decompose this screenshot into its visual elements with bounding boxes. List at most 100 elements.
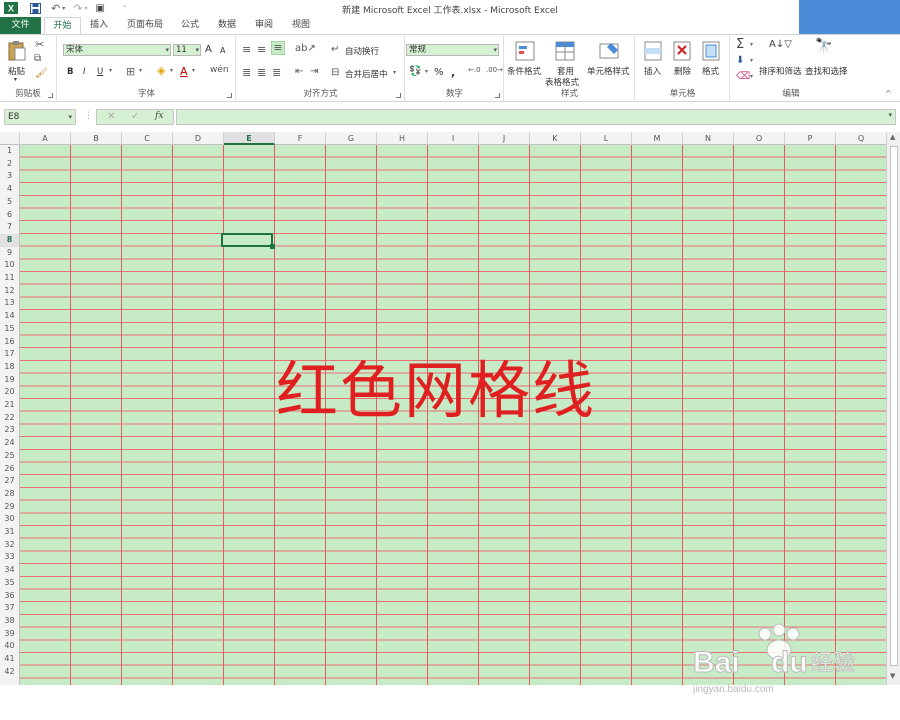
row-header-18[interactable]: 18 bbox=[0, 361, 19, 374]
column-header-b[interactable]: B bbox=[71, 132, 122, 145]
scrollbar-thumb[interactable] bbox=[890, 146, 898, 666]
row-header-14[interactable]: 14 bbox=[0, 310, 19, 323]
format-painter-icon[interactable]: 🖌 bbox=[35, 68, 48, 79]
font-color-dropdown-icon[interactable]: ▾ bbox=[192, 67, 195, 74]
border-dropdown-icon[interactable]: ▾ bbox=[139, 67, 142, 74]
row-header-23[interactable]: 23 bbox=[0, 424, 19, 437]
row-header-9[interactable]: 9 bbox=[0, 247, 19, 260]
align-left-icon[interactable]: ≣ bbox=[242, 66, 251, 79]
row-header-17[interactable]: 17 bbox=[0, 348, 19, 361]
align-top-icon[interactable]: ≡ bbox=[242, 43, 251, 56]
row-header-16[interactable]: 16 bbox=[0, 336, 19, 349]
column-header-i[interactable]: I bbox=[428, 132, 479, 145]
row-header-5[interactable]: 5 bbox=[0, 196, 19, 209]
column-header-o[interactable]: O bbox=[734, 132, 785, 145]
align-right-icon[interactable]: ≣ bbox=[272, 66, 281, 79]
row-header-28[interactable]: 28 bbox=[0, 488, 19, 501]
name-box[interactable]: E8 ▾ bbox=[4, 109, 76, 125]
shrink-font-button[interactable]: A bbox=[220, 46, 225, 55]
font-launcher-icon[interactable] bbox=[227, 93, 232, 98]
row-header-31[interactable]: 31 bbox=[0, 526, 19, 539]
row-header-37[interactable]: 37 bbox=[0, 602, 19, 615]
cut-icon[interactable]: ✂ bbox=[35, 38, 44, 51]
row-header-20[interactable]: 20 bbox=[0, 386, 19, 399]
orientation-icon[interactable]: ab↗ bbox=[295, 43, 316, 54]
font-name-select[interactable]: 宋体 ▾ bbox=[63, 44, 171, 56]
column-header-q[interactable]: Q bbox=[836, 132, 887, 145]
row-header-39[interactable]: 39 bbox=[0, 628, 19, 641]
fill-color-icon[interactable]: ◈ bbox=[157, 64, 165, 77]
formula-input[interactable]: ▾ bbox=[176, 109, 896, 125]
collapse-ribbon-icon[interactable]: ^ bbox=[885, 89, 892, 98]
phonetic-icon[interactable]: wén bbox=[210, 65, 229, 75]
row-header-34[interactable]: 34 bbox=[0, 564, 19, 577]
currency-dropdown-icon[interactable]: ▾ bbox=[425, 68, 428, 75]
row-header-42[interactable]: 42 bbox=[0, 666, 19, 679]
row-header-26[interactable]: 26 bbox=[0, 463, 19, 476]
clear-icon[interactable]: ⌫ bbox=[736, 71, 750, 82]
merge-dropdown-icon[interactable]: ▾ bbox=[393, 69, 396, 76]
column-header-k[interactable]: K bbox=[530, 132, 581, 145]
row-header-22[interactable]: 22 bbox=[0, 412, 19, 425]
row-header-36[interactable]: 36 bbox=[0, 590, 19, 603]
tab-home[interactable]: 开始 bbox=[44, 17, 81, 35]
clear-dropdown-icon[interactable]: ▾ bbox=[750, 73, 753, 80]
scroll-up-icon[interactable]: ▲ bbox=[890, 133, 895, 141]
grow-font-button[interactable]: A bbox=[205, 44, 212, 55]
row-header-40[interactable]: 40 bbox=[0, 640, 19, 653]
copy-icon[interactable]: ⧉ bbox=[34, 53, 41, 64]
row-header-21[interactable]: 21 bbox=[0, 399, 19, 412]
row-header-33[interactable]: 33 bbox=[0, 551, 19, 564]
alignment-launcher-icon[interactable] bbox=[396, 93, 401, 98]
row-header-32[interactable]: 32 bbox=[0, 539, 19, 552]
decrease-decimal-icon[interactable]: .00→ bbox=[486, 66, 503, 74]
find-select-button[interactable]: 查找和选择 bbox=[805, 65, 848, 77]
delete-cells-button[interactable]: 删除 bbox=[674, 65, 691, 77]
select-all-corner[interactable] bbox=[0, 132, 20, 145]
percent-button[interactable]: % bbox=[434, 67, 444, 78]
underline-button[interactable]: U bbox=[97, 67, 103, 77]
fill-dropdown-icon[interactable]: ▾ bbox=[750, 57, 753, 64]
paste-dropdown-icon[interactable]: ▾ bbox=[14, 76, 17, 83]
autosum-dropdown-icon[interactable]: ▾ bbox=[750, 41, 753, 48]
sort-filter-button[interactable]: 排序和筛选 bbox=[759, 65, 802, 77]
currency-icon[interactable]: 💱 bbox=[409, 66, 421, 77]
bold-button[interactable]: B bbox=[67, 67, 73, 77]
row-header-25[interactable]: 25 bbox=[0, 450, 19, 463]
column-header-n[interactable]: N bbox=[683, 132, 734, 145]
vertical-scrollbar[interactable]: ▲ ▼ bbox=[886, 132, 900, 685]
row-header-11[interactable]: 11 bbox=[0, 272, 19, 285]
expand-formula-bar-icon[interactable]: ▾ bbox=[888, 111, 892, 119]
row-header-41[interactable]: 41 bbox=[0, 653, 19, 666]
cancel-entry-icon[interactable]: ✕ bbox=[107, 111, 115, 122]
confirm-entry-icon[interactable]: ✓ bbox=[131, 111, 139, 122]
number-launcher-icon[interactable] bbox=[495, 93, 500, 98]
row-header-13[interactable]: 13 bbox=[0, 297, 19, 310]
row-header-7[interactable]: 7 bbox=[0, 221, 19, 234]
format-cells-button[interactable]: 格式 bbox=[702, 65, 719, 77]
fill-color-dropdown-icon[interactable]: ▾ bbox=[170, 67, 173, 74]
row-header-12[interactable]: 12 bbox=[0, 285, 19, 298]
tab-data[interactable]: 数据 bbox=[212, 17, 242, 34]
number-format-select[interactable]: 常规 ▾ bbox=[406, 44, 499, 56]
row-header-8[interactable]: 8 bbox=[0, 233, 19, 247]
underline-dropdown-icon[interactable]: ▾ bbox=[109, 67, 112, 74]
decrease-indent-icon[interactable]: ⇤ bbox=[295, 66, 303, 77]
row-header-19[interactable]: 19 bbox=[0, 374, 19, 387]
row-header-24[interactable]: 24 bbox=[0, 437, 19, 450]
font-size-select[interactable]: 11 ▾ bbox=[173, 44, 201, 56]
column-header-m[interactable]: M bbox=[632, 132, 683, 145]
tab-file[interactable]: 文件 bbox=[0, 17, 41, 34]
conditional-format-button[interactable]: 条件格式 bbox=[507, 65, 541, 77]
column-header-d[interactable]: D bbox=[173, 132, 224, 145]
row-header-38[interactable]: 38 bbox=[0, 615, 19, 628]
row-header-6[interactable]: 6 bbox=[0, 209, 19, 222]
insert-function-button[interactable]: fx bbox=[155, 111, 163, 121]
fill-icon[interactable]: ⬇ bbox=[736, 55, 744, 66]
increase-indent-icon[interactable]: ⇥ bbox=[310, 66, 318, 77]
comma-button[interactable]: , bbox=[451, 66, 455, 79]
row-header-10[interactable]: 10 bbox=[0, 259, 19, 272]
column-header-a[interactable]: A bbox=[20, 132, 71, 145]
cell-styles-button[interactable]: 单元格样式 bbox=[587, 65, 630, 77]
row-header-15[interactable]: 15 bbox=[0, 323, 19, 336]
